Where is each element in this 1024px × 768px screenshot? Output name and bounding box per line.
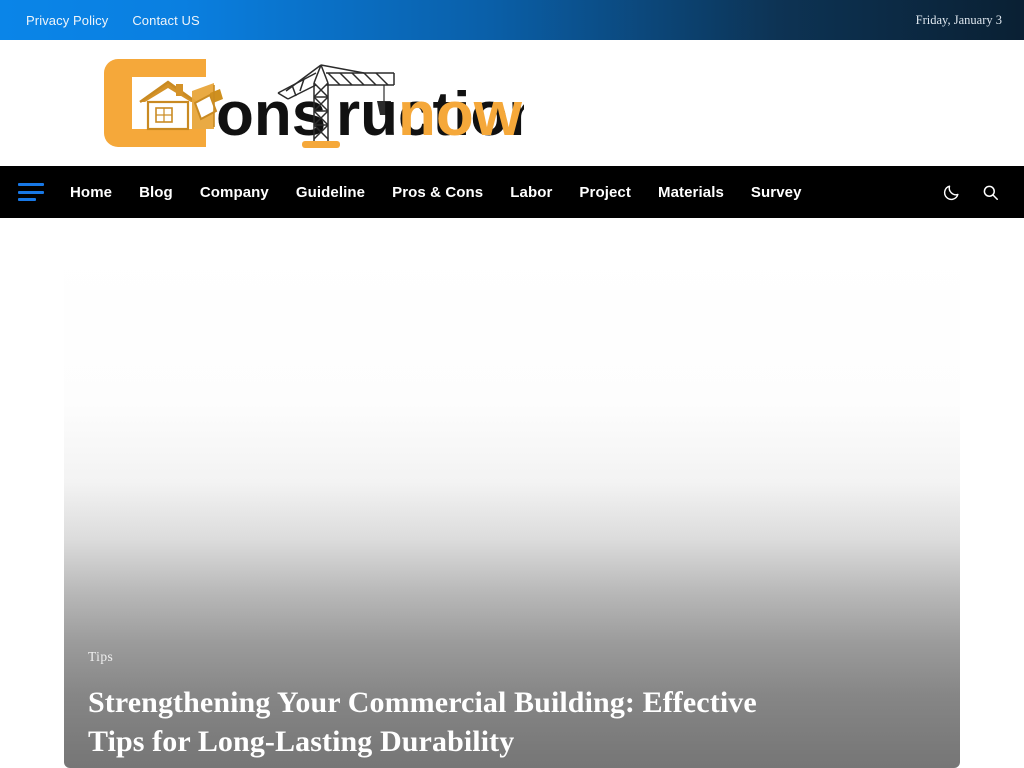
- nav-actions: [940, 181, 1010, 203]
- current-date-label: Friday, January 3: [915, 12, 1002, 27]
- top-bar-links: Privacy Policy Contact US: [26, 13, 200, 28]
- nav-item-pros-cons[interactable]: Pros & Cons: [392, 184, 483, 201]
- main-navigation-bar: Home Blog Company Guideline Pros & Cons …: [0, 166, 1024, 218]
- hamburger-line: [18, 198, 36, 201]
- privacy-policy-link[interactable]: Privacy Policy: [26, 13, 108, 28]
- nav-item-survey[interactable]: Survey: [751, 184, 802, 201]
- hamburger-line: [18, 190, 44, 194]
- top-utility-bar: Privacy Policy Contact US Friday, Januar…: [0, 0, 1024, 40]
- nav-item-company[interactable]: Company: [200, 184, 269, 201]
- hamburger-line: [18, 183, 44, 186]
- moon-icon[interactable]: [940, 181, 962, 203]
- svg-text:now: now: [398, 80, 523, 149]
- featured-article-card[interactable]: Tips Strengthening Your Commercial Build…: [64, 248, 960, 768]
- search-icon[interactable]: [979, 181, 1001, 203]
- nav-item-blog[interactable]: Blog: [139, 184, 173, 201]
- hero-section: Tips Strengthening Your Commercial Build…: [0, 218, 1024, 768]
- article-title[interactable]: Strengthening Your Commercial Building: …: [88, 683, 768, 762]
- site-logo[interactable]: ons ructio now: [64, 55, 524, 151]
- nav-item-labor[interactable]: Labor: [510, 184, 552, 201]
- featured-article-content: Tips Strengthening Your Commercial Build…: [88, 648, 936, 768]
- hamburger-menu-icon[interactable]: [18, 183, 44, 201]
- site-header: ons ructio now: [0, 40, 1024, 166]
- nav-item-project[interactable]: Project: [579, 184, 631, 201]
- svg-text:ons: ons: [216, 80, 326, 149]
- nav-menu: Home Blog Company Guideline Pros & Cons …: [70, 184, 802, 201]
- nav-item-home[interactable]: Home: [70, 184, 112, 201]
- nav-item-materials[interactable]: Materials: [658, 184, 724, 201]
- article-category-tag[interactable]: Tips: [88, 649, 113, 665]
- nav-item-guideline[interactable]: Guideline: [296, 184, 365, 201]
- logo-graphic: ons ructio now: [104, 59, 524, 149]
- contact-us-link[interactable]: Contact US: [132, 13, 199, 28]
